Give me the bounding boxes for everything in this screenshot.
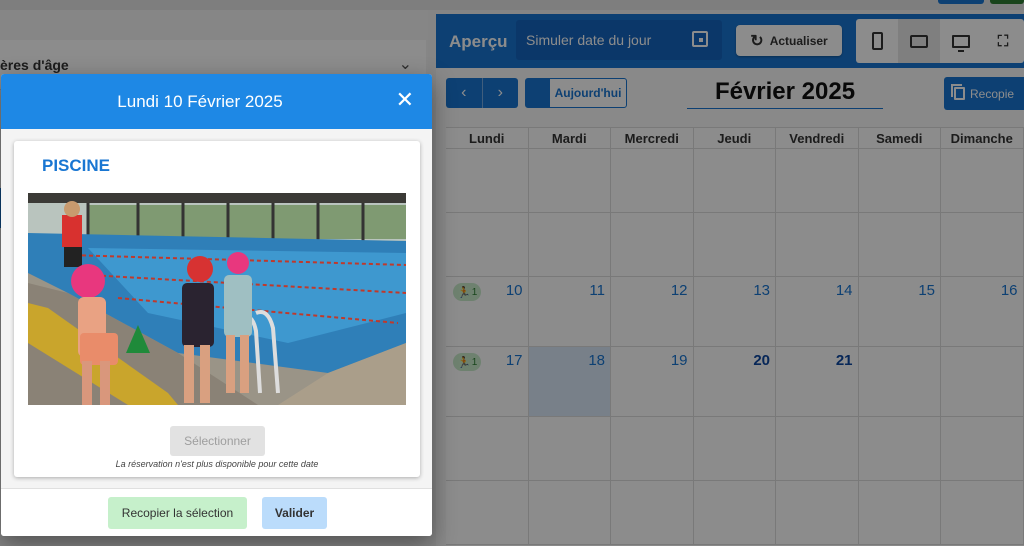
dialog-body: PISCINE Sélectionner La réservation n'es… — [1, 129, 432, 488]
dialog-header: Lundi 10 Février 2025 ✕ — [1, 74, 432, 129]
activity-title: PISCINE — [42, 156, 111, 175]
activity-card: PISCINE Sélectionner La réservation n'es… — [14, 141, 420, 477]
validate-button[interactable]: Valider — [262, 497, 327, 529]
day-detail-dialog: Lundi 10 Février 2025 ✕ PISCINE Sélectio… — [1, 74, 432, 536]
close-icon[interactable]: ✕ — [396, 89, 414, 111]
copy-selection-button[interactable]: Recopier la sélection — [108, 497, 247, 529]
select-button[interactable]: Sélectionner — [170, 426, 265, 456]
dialog-title: Lundi 10 Février 2025 — [117, 92, 283, 111]
unavailable-note: La réservation n'est plus disponible pou… — [115, 459, 319, 469]
dialog-footer: Recopier la sélection Valider — [1, 488, 432, 536]
activity-photo — [28, 193, 406, 405]
